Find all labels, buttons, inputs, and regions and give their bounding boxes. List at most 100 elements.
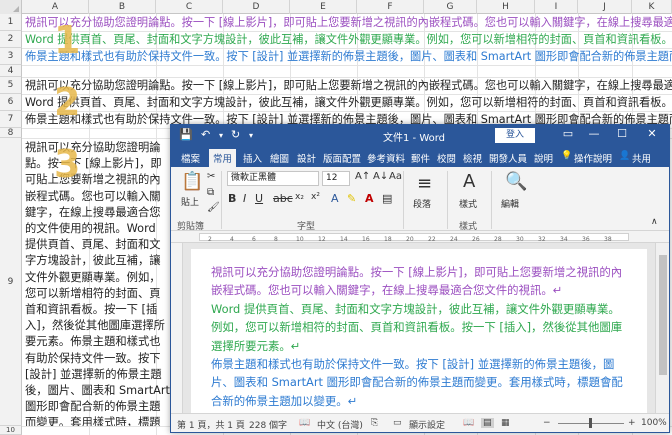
shrink-font-icon[interactable]: A↓ <box>373 171 388 182</box>
font-name-dropdown[interactable]: 微軟正黑體 <box>227 171 319 186</box>
cell-a1[interactable]: 視訊可以充分協助您證明論點。按一下 [線上影片]，即可貼上您要新增之視訊的內嵌程… <box>25 15 672 31</box>
column-header-h[interactable]: H <box>477 0 535 14</box>
column-header-e[interactable]: E <box>290 0 357 14</box>
cell-a3[interactable]: 佈景主題和樣式也有助於保持文件一致。按下 [設計] 並選擇新的佈景主題後，圖片、… <box>25 49 672 65</box>
undo-icon[interactable]: ↶ <box>201 128 210 141</box>
styles-button[interactable]: 樣式 <box>459 197 477 210</box>
language[interactable]: 中文 (台灣) <box>317 418 363 431</box>
zoom-slider-thumb[interactable] <box>589 418 592 428</box>
paragraph-1[interactable]: 視訊可以充分協助您證明論點。按一下 [線上影片]，即可貼上您要新增之視訊的內嵌程… <box>211 263 629 300</box>
superscript-icon[interactable]: x² <box>311 192 320 202</box>
row-header-3[interactable]: 3 <box>0 48 22 65</box>
tab-developer[interactable]: 開發人員 <box>489 151 527 165</box>
tell-me-search[interactable]: 操作說明 <box>574 151 612 165</box>
column-header-g[interactable]: G <box>424 0 477 14</box>
read-mode-icon[interactable]: 📖 <box>463 418 474 428</box>
character-shading-icon[interactable]: ▤ <box>382 192 392 205</box>
tab-draw[interactable]: 繪圖 <box>270 151 289 165</box>
redo-icon[interactable]: ↻ <box>231 128 240 141</box>
vertical-scrollbar[interactable] <box>655 243 669 415</box>
change-case-icon[interactable]: Aa <box>389 171 402 182</box>
subscript-icon[interactable]: x₂ <box>295 192 304 202</box>
select-all-corner[interactable] <box>0 0 22 14</box>
document-body[interactable]: 視訊可以充分協助您證明論點。按一下 [線上影片]，即可貼上您要新增之視訊的內嵌程… <box>211 263 629 410</box>
close-icon[interactable]: ✕ <box>641 127 663 140</box>
title-bar[interactable]: 💾 ↶ ▾ ↻ ▾ 文件1 - Word 登入 ▭ — ☐ ✕ <box>171 125 669 147</box>
text-effects-icon[interactable]: A <box>331 192 339 205</box>
cut-icon[interactable]: ✂ <box>207 171 215 182</box>
row-header-10[interactable]: 10 <box>0 426 22 435</box>
web-layout-icon[interactable]: ▦ <box>501 418 510 428</box>
paragraph-2[interactable]: Word 提供頁首、頁尾、封面和文字方塊設計，彼此互補，讓文件外觀更顯專業。例如… <box>211 300 629 355</box>
tab-review[interactable]: 校閱 <box>437 151 456 165</box>
cell-a2[interactable]: Word 提供頁首、頁尾、封面和文字方塊設計，彼此互補，讓文件外觀更顯專業。例如… <box>25 32 672 48</box>
italic-icon[interactable]: I <box>243 192 246 205</box>
display-settings[interactable]: 顯示設定 <box>409 418 445 431</box>
scrollbar-thumb[interactable] <box>659 255 667 375</box>
undo-dropdown-icon[interactable]: ▾ <box>219 131 223 140</box>
row-header-5[interactable]: 5 <box>0 77 22 94</box>
column-header-a[interactable]: A <box>22 0 89 14</box>
accessibility-icon[interactable]: ⎘ <box>371 418 378 428</box>
tell-me-icon[interactable]: 💡 <box>561 151 572 161</box>
tab-home[interactable]: 常用 <box>209 149 237 168</box>
paragraph-icon[interactable]: ≡ <box>417 173 432 194</box>
font-color-icon[interactable]: A <box>365 192 374 205</box>
editing-icon[interactable]: 🔍 <box>505 171 527 192</box>
column-header-d[interactable]: D <box>223 0 290 14</box>
row-header-2[interactable]: 2 <box>0 31 22 48</box>
print-layout-icon[interactable]: ▤ <box>481 418 494 428</box>
font-size-dropdown[interactable]: 12 <box>322 171 350 186</box>
horizontal-ruler[interactable]: 2 4 6 8 10 12 14 16 18 20 22 24 26 28 30… <box>171 231 669 243</box>
document-page[interactable]: 視訊可以充分協助您證明論點。按一下 [線上影片]，即可貼上您要新增之視訊的內嵌程… <box>191 249 647 419</box>
row-header-1[interactable]: 1 <box>0 14 22 31</box>
cell-a6[interactable]: Word 提供頁首、頁尾、封面和文字方塊設計，彼此互補，讓文件外觀更顯專業。例如… <box>25 95 672 111</box>
column-header-k[interactable]: K <box>632 0 672 14</box>
ribbon-display-options-icon[interactable]: ▭ <box>557 127 579 140</box>
strikethrough-icon[interactable]: abc <box>273 192 293 205</box>
grow-font-icon[interactable]: A↑ <box>355 171 370 182</box>
row-header-8[interactable]: 8 <box>0 128 22 138</box>
column-header-i[interactable]: I <box>535 0 578 14</box>
maximize-icon[interactable]: ☐ <box>611 127 633 140</box>
share-button[interactable]: 共用 <box>632 151 651 165</box>
zoom-level[interactable]: 100% <box>641 418 667 428</box>
tab-help[interactable]: 說明 <box>534 151 553 165</box>
highlight-icon[interactable]: ✎ <box>347 192 356 205</box>
vertical-ruler[interactable] <box>171 243 183 415</box>
paste-button[interactable]: 貼上 <box>181 195 199 208</box>
share-icon[interactable]: 👤 <box>619 151 630 161</box>
copy-icon[interactable]: ⧉ <box>207 187 214 198</box>
tab-references[interactable]: 參考資料 <box>367 151 405 165</box>
paragraph-button[interactable]: 段落 <box>413 197 431 210</box>
tab-insert[interactable]: 插入 <box>243 151 262 165</box>
styles-icon[interactable]: A <box>463 171 475 192</box>
format-painter-icon[interactable]: 🖌 <box>207 202 220 213</box>
proofing-icon[interactable]: 📖 <box>299 418 310 428</box>
save-icon[interactable]: 💾 <box>179 128 193 141</box>
tab-mailings[interactable]: 郵件 <box>411 151 430 165</box>
customize-qat-icon[interactable]: ▾ <box>249 131 253 140</box>
cell-a9-wrapped[interactable]: 視訊可以充分協助您證明論點。按一下 [線上影片]，即可貼上您要新增之視訊的內嵌程… <box>25 140 170 426</box>
row-header-6[interactable]: 6 <box>0 94 22 111</box>
paragraph-3[interactable]: 佈景主題和樣式也有助於保持文件一致。按下 [設計] 並選擇新的佈景主題後，圖片、… <box>211 355 629 410</box>
page-count[interactable]: 第 1 頁，共 1 頁 <box>177 418 245 431</box>
tab-file[interactable]: 檔案 <box>181 151 200 165</box>
tab-view[interactable]: 檢視 <box>463 151 482 165</box>
zoom-in-icon[interactable]: + <box>628 418 636 428</box>
row-header-9[interactable]: 9 <box>0 138 22 426</box>
cell-a5[interactable]: 視訊可以充分協助您證明論點。按一下 [線上影片]，即可貼上您要新增之視訊的內嵌程… <box>25 78 672 94</box>
row-header-7[interactable]: 7 <box>0 111 22 128</box>
underline-icon[interactable]: U <box>255 192 263 205</box>
login-button[interactable]: 登入 <box>495 128 535 143</box>
tab-layout[interactable]: 版面配置 <box>323 151 361 165</box>
bold-icon[interactable]: B <box>228 192 236 205</box>
editing-button[interactable]: 編輯 <box>501 197 519 210</box>
collapse-ribbon-icon[interactable]: ∧ <box>651 217 658 227</box>
row-header-4[interactable]: 4 <box>0 65 22 77</box>
column-header-c[interactable]: C <box>156 0 223 14</box>
tab-design[interactable]: 設計 <box>297 151 316 165</box>
display-settings-icon[interactable]: ▭ <box>393 418 402 428</box>
column-header-b[interactable]: B <box>89 0 156 14</box>
zoom-out-icon[interactable]: − <box>543 418 551 428</box>
